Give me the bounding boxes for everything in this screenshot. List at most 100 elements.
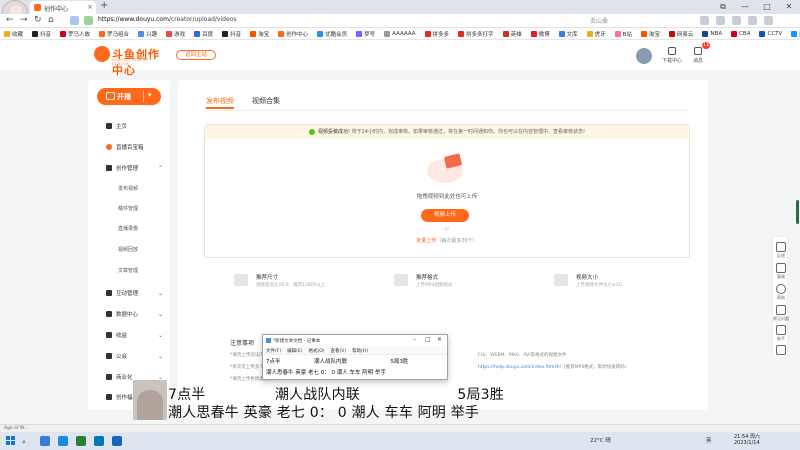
- menu-edit[interactable]: 编辑(E): [287, 348, 302, 354]
- notepad-text-line-2[interactable]: 潮人思春牛 英豪 老七 0： 0 潮人 车车 阿明 举手: [266, 368, 386, 376]
- bookmark-item[interactable]: 翻译: [791, 30, 800, 38]
- sidebar-sub-publish[interactable]: 发布视频: [118, 185, 138, 192]
- bookmark-item[interactable]: 英雄: [502, 30, 522, 38]
- history-icon[interactable]: [732, 16, 741, 25]
- menu-icon[interactable]: [764, 16, 773, 25]
- start-live-button[interactable]: 开播 ▾: [97, 88, 161, 105]
- notepad-titlebar[interactable]: *新建文本文档 - 记事本 – □ ✕: [263, 335, 447, 346]
- tab-close-icon[interactable]: ×: [87, 3, 93, 11]
- reload-button[interactable]: ↻: [34, 15, 42, 25]
- bookmark-item[interactable]: 抖音: [32, 30, 51, 38]
- sidebar-item-creation[interactable]: 创作管理 ⌃: [106, 164, 163, 172]
- minimize-button[interactable]: —: [734, 0, 756, 14]
- bookmark-item[interactable]: 游戏: [166, 30, 185, 38]
- forward-button[interactable]: →: [20, 15, 28, 25]
- bookmark-item[interactable]: NBA: [702, 30, 722, 37]
- menu-view[interactable]: 查看(V): [331, 348, 347, 354]
- sidebar-item-toolbox[interactable]: 直播百宝箱: [106, 143, 144, 151]
- help-icon[interactable]: [776, 284, 786, 294]
- page-scrollbar[interactable]: [796, 200, 799, 224]
- app-icon[interactable]: [94, 436, 104, 446]
- settings-icon[interactable]: [748, 16, 757, 25]
- bookmark-item[interactable]: 网易云: [668, 30, 693, 38]
- extension-icon[interactable]: [700, 16, 709, 25]
- sidebar-item-data[interactable]: 数据中心 ⌄: [106, 310, 163, 318]
- notepad-window[interactable]: *新建文本文档 - 记事本 – □ ✕ 文件(F) 编辑(E) 格式(O) 查看…: [262, 334, 448, 380]
- bookmark-item[interactable]: 文库: [558, 30, 578, 38]
- download-icon[interactable]: [716, 16, 725, 25]
- menu-help[interactable]: 帮助(H): [352, 348, 368, 354]
- messages-button[interactable]: 消息: [688, 47, 708, 64]
- close-button[interactable]: ✕: [778, 0, 800, 14]
- bookmark-item[interactable]: 罗马人故: [60, 30, 90, 38]
- bookmark-item[interactable]: 拼多多打字: [458, 30, 494, 38]
- shield-icon[interactable]: [70, 16, 79, 25]
- douyu-creator-logo[interactable]: 斗鱼创作中心 DOUYU CREATOR CENTER: [94, 46, 166, 77]
- notepad-close-button[interactable]: ✕: [437, 336, 442, 343]
- sidebar-item-home[interactable]: 主页: [106, 122, 127, 130]
- browser-tab[interactable]: 创作中心 ×: [30, 1, 96, 14]
- tab-video-collection[interactable]: 视频合集: [252, 96, 280, 106]
- home-button[interactable]: ⌂: [48, 15, 54, 25]
- bookmark-item[interactable]: 收藏: [4, 30, 23, 38]
- bookmark-item[interactable]: 虎牙: [586, 30, 606, 38]
- windows-start-icon[interactable]: [6, 436, 16, 446]
- app-icon[interactable]: [58, 436, 68, 446]
- bookmark-item[interactable]: AAAAAA: [384, 30, 416, 37]
- back-button[interactable]: ←: [6, 15, 14, 25]
- sidebar-item-commercial[interactable]: 商业化 ⌄: [106, 373, 163, 381]
- bookmark-item[interactable]: 淘宝: [640, 30, 660, 38]
- music-icon[interactable]: [776, 345, 786, 355]
- maximize-button[interactable]: □: [756, 0, 778, 14]
- bookmark-item[interactable]: CCTV: [759, 30, 782, 37]
- bookmark-item[interactable]: 创作中心: [278, 30, 308, 38]
- bookmark-item[interactable]: 抖音: [222, 30, 241, 38]
- notepad-text-line-1[interactable]: 7点半 潮人战队内联 5局3胜: [266, 357, 409, 365]
- feedback-icon[interactable]: [776, 242, 786, 252]
- tab-publish-video[interactable]: 发布视频: [206, 96, 234, 106]
- bookmark-item[interactable]: 拼多多: [424, 30, 449, 38]
- bookmark-item[interactable]: 百度: [194, 30, 213, 38]
- bookmark-item[interactable]: 兴趣: [138, 30, 157, 38]
- help-link[interactable]: https://help.douyu.com/index.html#/: [478, 365, 561, 370]
- browser-search-input[interactable]: 丢山桑: [590, 16, 680, 26]
- sidebar-sub-replay[interactable]: 视频回放: [118, 246, 138, 253]
- search-icon[interactable]: ⌕: [22, 438, 26, 447]
- sidebar-item-income[interactable]: 收益 ⌄: [106, 331, 163, 339]
- weather-widget[interactable]: 22°C 晴: [590, 436, 611, 444]
- system-clock[interactable]: 21:54 周六 2023/1/14: [734, 434, 760, 446]
- sidebar-item-guild[interactable]: 公会 ⌄: [106, 352, 163, 360]
- download-center-button[interactable]: 下载中心: [662, 47, 682, 64]
- headset-icon[interactable]: [776, 325, 786, 335]
- upload-dropzone[interactable]: 视频投稿成功! 将于24小时内，完成审核。如果审核通过，将在第一时间通知你。你也…: [204, 124, 690, 258]
- bookmark-item[interactable]: 淘宝: [250, 30, 269, 38]
- bookmark-item[interactable]: 优酷会员: [317, 30, 347, 38]
- upload-video-button[interactable]: 视频上传: [421, 209, 469, 222]
- return-main-site-button[interactable]: 返回主站: [176, 50, 216, 60]
- batch-upload-link[interactable]: 批量上传: [416, 238, 436, 244]
- bookmark-item[interactable]: B站: [614, 30, 632, 38]
- bookmark-item[interactable]: CBA: [731, 30, 750, 37]
- bookmark-item[interactable]: 梦号: [356, 30, 375, 38]
- sidebar-sub-manage[interactable]: 稿件管理: [118, 205, 138, 212]
- sidebar-sub-recordings[interactable]: 直播录像: [118, 225, 138, 232]
- sidebar-item-interaction[interactable]: 互动管理 ⌄: [106, 289, 163, 297]
- app-icon[interactable]: [112, 436, 122, 446]
- video-icon[interactable]: [776, 263, 786, 273]
- menu-file[interactable]: 文件(F): [266, 348, 281, 354]
- notepad-minimize-button[interactable]: –: [413, 336, 416, 343]
- task-view-icon[interactable]: [40, 436, 50, 446]
- restore-icon[interactable]: ⧉: [712, 0, 734, 14]
- user-avatar[interactable]: [636, 48, 652, 64]
- new-tab-button[interactable]: +: [100, 0, 108, 11]
- url-input[interactable]: https://www.douyu.com/creator/upload/vid…: [98, 16, 578, 26]
- sidebar-sub-articles[interactable]: 文章管理: [118, 267, 138, 274]
- notepad-maximize-button[interactable]: □: [425, 336, 431, 343]
- ime-indicator[interactable]: 英: [706, 436, 712, 444]
- app-icon[interactable]: [76, 436, 86, 446]
- menu-format[interactable]: 格式(O): [308, 348, 324, 354]
- bookmark-item[interactable]: 罗马组合: [99, 30, 129, 38]
- bookmark-item[interactable]: 微博: [530, 30, 550, 38]
- chevron-down-icon[interactable]: ▾: [148, 91, 152, 99]
- question-icon[interactable]: [776, 305, 786, 315]
